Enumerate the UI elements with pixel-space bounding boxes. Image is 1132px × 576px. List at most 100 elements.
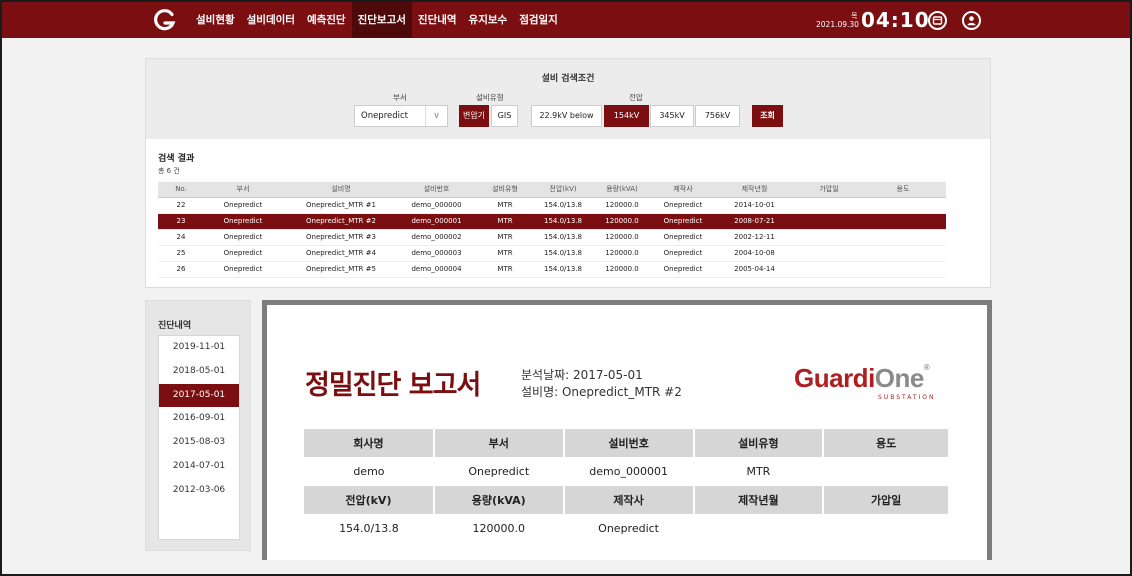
dept-label: 부서	[393, 93, 407, 102]
table-row[interactable]: 24 Onepredict Onepredict_MTR #3 demo_000…	[158, 229, 946, 246]
cell-capacity: 120000.0	[589, 229, 655, 246]
cell-energized-date	[798, 261, 860, 278]
cell-voltage: 154.0/13.8	[537, 261, 589, 278]
cell-no: 23	[158, 213, 204, 230]
col-equipment-name: 설비명	[282, 182, 400, 198]
col-energized-date: 가압일	[798, 182, 860, 198]
cell-manufacturer: Onepredict	[655, 213, 711, 230]
analysis-date: 분석날짜: 2017-05-01	[521, 368, 643, 382]
cell-voltage: 154.0/13.8	[537, 213, 589, 230]
brand-subtitle: SUBSTATION	[878, 394, 936, 401]
cell-dept: Onepredict	[204, 213, 282, 230]
col-equipment-type: 설비유형	[473, 182, 537, 198]
brand-part-a: Guardi	[794, 363, 875, 393]
cell-manufacturer: Onepredict	[655, 197, 711, 214]
cell-no: 25	[158, 245, 204, 262]
nav-item-maintenance[interactable]: 유지보수	[463, 2, 514, 38]
cell-equipment-id: demo_000000	[400, 197, 473, 214]
results-header-row: No. 부서 설비명 설비번호 설비유형 전압(kV) 용량(kVA) 제작사 …	[158, 182, 946, 198]
cell-equipment-name: Onepredict_MTR #4	[282, 245, 400, 262]
results-title: 검색 결과	[158, 154, 195, 164]
history-item[interactable]: 2015-08-03	[159, 431, 239, 455]
main-nav: 설비현황 설비데이터 예측진단 진단보고서 진단내역 유지보수 점검일지	[190, 2, 564, 38]
col-no: No.	[158, 182, 204, 198]
cell-manufactured-date: 2008-07-21	[711, 213, 798, 230]
cell-voltage: 154.0/13.8	[537, 197, 589, 214]
equipment-info-table: 회사명 부서 설비번호 설비유형 용도 demo Onepredict demo…	[304, 429, 950, 543]
clock: 2021.09.30 목 04:10	[816, 2, 930, 38]
nav-item-inspection-log[interactable]: 점검일지	[513, 2, 564, 38]
info-header-manufacturer: 제작사	[563, 486, 695, 514]
table-row[interactable]: 22 Onepredict Onepredict_MTR #1 demo_000…	[158, 197, 946, 214]
cell-manufacturer: Onepredict	[655, 261, 711, 278]
history-item[interactable]: 2016-09-01	[159, 407, 239, 431]
monitor-icon[interactable]	[928, 11, 947, 30]
cell-usage	[860, 245, 946, 262]
nav-item-equipment-status[interactable]: 설비현황	[190, 2, 241, 38]
info-value-row: demo Onepredict demo_000001 MTR	[304, 457, 949, 486]
chevron-down-icon: ∨	[425, 106, 447, 126]
clock-weekday: 목	[851, 12, 858, 20]
info-header-equipment-id: 설비번호	[563, 429, 695, 457]
nav-item-diagnosis-history[interactable]: 진단내역	[412, 2, 463, 38]
cell-no: 26	[158, 261, 204, 278]
guardione-logo: GuardiOne® SUBSTATION	[794, 363, 954, 407]
history-title: 진단내역	[158, 321, 192, 331]
query-button[interactable]: 조회	[752, 105, 783, 127]
cell-equipment-type: MTR	[473, 229, 537, 246]
col-manufacturer: 제작사	[655, 182, 711, 198]
results-table: No. 부서 설비명 설비번호 설비유형 전압(kV) 용량(kVA) 제작사 …	[158, 182, 946, 278]
col-equipment-id: 설비번호	[400, 182, 473, 198]
report-meta: 분석날짜: 2017-05-01 설비명: Onepredict_MTR #2	[521, 367, 682, 401]
cell-capacity: 120000.0	[589, 245, 655, 262]
nav-item-diagnosis-report[interactable]: 진단보고서	[351, 2, 412, 38]
nav-item-predictive-diagnosis[interactable]: 예측진단	[301, 2, 352, 38]
registered-mark: ®	[923, 363, 930, 372]
cell-equipment-name: Onepredict_MTR #3	[282, 229, 400, 246]
info-header-manufactured-date: 제작년월	[693, 486, 825, 514]
info-header-usage: 용도	[823, 429, 950, 457]
report-document: 정밀진단 보고서 분석날짜: 2017-05-01 설비명: Onepredic…	[262, 300, 992, 560]
table-row-selected[interactable]: 23 Onepredict Onepredict_MTR #2 demo_000…	[158, 213, 946, 230]
history-item[interactable]: 2019-11-01	[159, 336, 239, 360]
brand-part-b: One	[874, 363, 925, 393]
top-navigation-bar: 설비현황 설비데이터 예측진단 진단보고서 진단내역 유지보수 점검일지 202…	[2, 2, 1130, 38]
cell-energized-date	[798, 229, 860, 246]
voltage-option-22-9kv[interactable]: 22.9kV below	[531, 105, 602, 127]
history-item-selected[interactable]: 2017-05-01	[159, 383, 239, 408]
cell-equipment-type: MTR	[473, 261, 537, 278]
info-header-dept: 부서	[433, 429, 565, 457]
cell-equipment-type: MTR	[473, 197, 537, 214]
dept-select[interactable]: Onepredict ∨	[354, 105, 448, 127]
cell-dept: Onepredict	[204, 229, 282, 246]
type-option-transformer[interactable]: 변압기	[459, 105, 489, 127]
info-dept: Onepredict	[468, 465, 530, 478]
info-header-capacity: 용량(kVA)	[433, 486, 565, 514]
col-dept: 부서	[204, 182, 282, 198]
app-logo-icon[interactable]	[152, 8, 176, 32]
history-item[interactable]: 2018-05-01	[159, 360, 239, 384]
history-item[interactable]: 2014-07-01	[159, 455, 239, 479]
info-usage	[823, 457, 949, 486]
cell-capacity: 120000.0	[589, 213, 655, 230]
info-header-voltage: 전압(kV)	[304, 486, 435, 514]
table-row[interactable]: 26 Onepredict Onepredict_MTR #5 demo_000…	[158, 261, 946, 278]
app-window: 설비현황 설비데이터 예측진단 진단보고서 진단내역 유지보수 점검일지 202…	[0, 0, 1132, 576]
voltage-option-154kv[interactable]: 154kV	[604, 105, 649, 127]
cell-dept: Onepredict	[204, 245, 282, 262]
info-equipment-id: demo_000001	[589, 465, 668, 478]
info-manufacturer: Onepredict	[598, 522, 659, 535]
voltage-option-345kv[interactable]: 345kV	[650, 105, 694, 127]
type-label: 설비유형	[476, 93, 504, 102]
history-item[interactable]: 2012-03-06	[159, 479, 239, 503]
report-title: 정밀진단 보고서	[305, 370, 481, 401]
nav-item-equipment-data[interactable]: 설비데이터	[241, 2, 301, 38]
type-option-gis[interactable]: GIS	[491, 105, 518, 127]
voltage-option-756kv[interactable]: 756kV	[695, 105, 740, 127]
table-row[interactable]: 25 Onepredict Onepredict_MTR #4 demo_000…	[158, 245, 946, 262]
user-icon[interactable]	[962, 11, 981, 30]
cell-energized-date	[798, 245, 860, 262]
cell-equipment-id: demo_000004	[400, 261, 473, 278]
cell-no: 24	[158, 229, 204, 246]
cell-manufacturer: Onepredict	[655, 229, 711, 246]
